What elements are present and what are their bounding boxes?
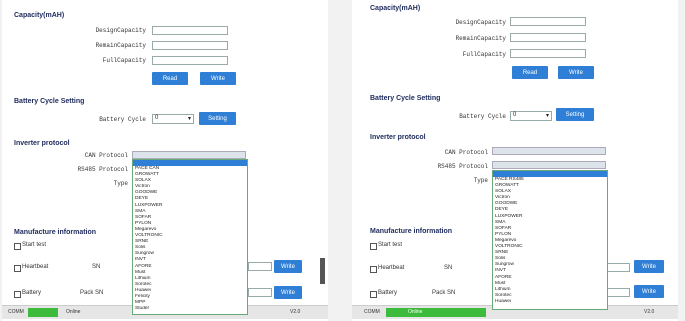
full-capacity-label: FullCapacity	[102, 57, 146, 64]
dropdown-item[interactable]: Studer	[133, 306, 247, 312]
write-button[interactable]: Write	[558, 66, 594, 79]
left-settings-panel: Capacity(mAH) DesignCapacity RemainCapac…	[2, 0, 328, 321]
capacity-title: Capacity(mAH)	[370, 5, 421, 12]
full-capacity-input[interactable]	[152, 56, 228, 65]
status-text: Online	[408, 309, 423, 315]
battery-cycle-title: Battery Cycle Setting	[14, 98, 85, 105]
remain-capacity-input[interactable]	[152, 41, 228, 50]
design-capacity-label: DesignCapacity	[455, 19, 506, 26]
battery-cycle-setting-button[interactable]: Setting	[556, 108, 594, 121]
can-protocol-combo[interactable]	[492, 147, 606, 155]
battery-checkbox[interactable]	[370, 291, 377, 298]
pack-write-button[interactable]: Write	[634, 285, 664, 298]
pack-sn-label: Pack SN	[432, 290, 456, 296]
status-indicator	[28, 308, 58, 317]
remain-capacity-input[interactable]	[510, 33, 586, 42]
capacity-title: Capacity(mAH)	[14, 12, 65, 19]
battery-label: Battery	[378, 290, 398, 296]
sn-label: SN	[92, 264, 101, 270]
battery-cycle-label: Battery Cycle	[99, 116, 146, 123]
dropdown-items: PACE CAN GROWATT SOLAX Victron GOODWE DEYE LUX…	[133, 166, 247, 312]
start-test-checkbox[interactable]	[370, 243, 377, 250]
can-protocol-label: CAN Protocol	[84, 152, 128, 159]
pack-sn-input[interactable]	[606, 288, 630, 297]
read-button[interactable]: Read	[512, 66, 548, 79]
write-button[interactable]: Write	[200, 72, 236, 85]
pack-sn-input[interactable]	[248, 288, 272, 297]
sn-write-button[interactable]: Write	[274, 260, 302, 273]
scrollbar-handle[interactable]	[320, 258, 325, 284]
pack-sn-label: Pack SN	[80, 290, 104, 296]
can-protocol-label: CAN Protocol	[444, 149, 488, 156]
design-capacity-input[interactable]	[510, 17, 586, 26]
dropdown-item[interactable]: Huawei	[493, 299, 607, 305]
battery-cycle-value: 0	[513, 112, 517, 118]
start-test-label: Start test	[22, 242, 47, 248]
dropdown-items: PACE RS485 GROWATT SOLAX Victron GOODWE DEYE L…	[493, 177, 607, 305]
chevron-down-icon: ▾	[545, 113, 549, 119]
remain-capacity-label: RemainCapacity	[95, 42, 146, 49]
start-test-checkbox[interactable]	[14, 243, 21, 250]
chevron-down-icon: ▾	[187, 116, 191, 122]
manufacture-title: Manufacture information	[370, 228, 453, 235]
protocol-dropdown-list[interactable]: PACE RS485 GROWATT SOLAX Victron GOODWE DEYE L…	[492, 170, 608, 310]
manufacture-title: Manufacture information	[14, 229, 97, 236]
battery-label: Battery	[22, 290, 42, 296]
inverter-protocol-title: Inverter protocol	[14, 140, 70, 147]
rs485-protocol-label: RS485 Protocol	[77, 166, 128, 173]
rs485-protocol-combo[interactable]	[492, 161, 606, 169]
battery-cycle-select[interactable]: 0 ▾	[152, 114, 194, 124]
heartbeat-label: Heartbeat	[378, 265, 405, 271]
full-capacity-input[interactable]	[510, 49, 586, 58]
battery-cycle-label: Battery Cycle	[459, 113, 506, 120]
pack-write-button[interactable]: Write	[274, 286, 302, 299]
status-indicator	[386, 308, 486, 317]
start-test-label: Start test	[378, 242, 403, 248]
heartbeat-checkbox[interactable]	[370, 266, 377, 273]
battery-cycle-setting-button[interactable]: Setting	[199, 112, 236, 125]
inverter-protocol-title: Inverter protocol	[370, 134, 426, 141]
read-button[interactable]: Read	[152, 72, 188, 85]
status-label: COMM	[8, 309, 24, 315]
type-label: Type	[473, 177, 488, 184]
sn-input[interactable]	[248, 262, 272, 271]
battery-cycle-value: 0	[155, 115, 159, 121]
status-label: COMM	[364, 309, 380, 315]
sn-label: SN	[444, 265, 453, 271]
remain-capacity-label: RemainCapacity	[455, 35, 506, 42]
can-protocol-combo[interactable]	[132, 151, 246, 159]
right-settings-panel: Capacity(mAH) DesignCapacity RemainCapac…	[352, 0, 678, 321]
sn-write-button[interactable]: Write	[634, 260, 664, 273]
full-capacity-label: FullCapacity	[462, 51, 506, 58]
heartbeat-checkbox[interactable]	[14, 265, 21, 272]
battery-cycle-title: Battery Cycle Setting	[370, 95, 441, 102]
heartbeat-label: Heartbeat	[22, 264, 49, 270]
design-capacity-input[interactable]	[152, 26, 228, 35]
status-text: Online	[66, 309, 81, 315]
battery-cycle-select[interactable]: 0 ▾	[510, 111, 552, 121]
version-text: V2.0	[644, 309, 655, 315]
version-text: V2.0	[290, 309, 301, 315]
type-label: Type	[113, 180, 128, 187]
rs485-protocol-label: RS485 Protocol	[437, 163, 488, 170]
design-capacity-label: DesignCapacity	[95, 27, 146, 34]
battery-checkbox[interactable]	[14, 291, 21, 298]
sn-input[interactable]	[606, 263, 630, 272]
protocol-dropdown-list[interactable]: PACE CAN GROWATT SOLAX Victron GOODWE DEYE LUX…	[132, 159, 248, 315]
